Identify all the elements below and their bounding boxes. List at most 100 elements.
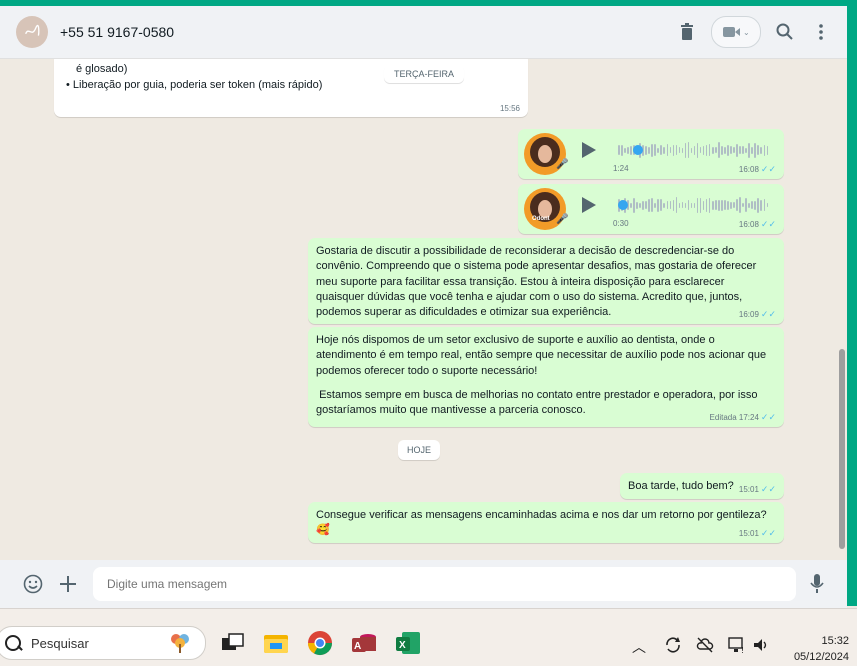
waveform-bar [624,147,626,153]
waveform-bar [739,197,741,213]
waveform-bar [678,202,681,208]
svg-text:X: X [399,640,406,651]
waveform-bar [669,201,672,209]
waveform-bar [654,144,656,156]
read-check-icon: ✓✓ [760,412,776,422]
message-outgoing[interactable]: Hoje nós dispomos de um setor exclusivo … [308,327,784,427]
waveform-bar [754,142,756,158]
chat-panel[interactable]: é glosado) • Liberação por guia, poderia… [0,59,847,560]
waveform-bar [657,147,659,153]
waveform-bar [711,200,714,210]
play-button[interactable] [582,142,596,158]
sync-icon[interactable] [664,636,682,657]
chat-scrollbar[interactable] [839,59,845,560]
message-incoming[interactable]: é glosado) • Liberação por guia, poderia… [54,59,528,117]
message-outgoing[interactable]: Boa tarde, tudo bem? 15:01 ✓✓ [620,473,784,499]
playback-progress[interactable] [633,145,643,155]
waveform-bar [699,147,702,153]
search-icon [5,635,21,651]
waveform-bar [651,143,653,157]
video-call-button[interactable]: ⌄ [711,16,761,48]
waveform-bar [675,197,678,213]
waveform-bar [705,198,708,212]
waveform-bar [730,201,732,209]
waveform-bar [727,200,729,210]
message-time: 15:56 [499,104,520,113]
waveform-bar [666,144,669,156]
waveform-bar [648,146,650,154]
avatar-label: Odont [532,216,550,222]
waveform-bar [718,199,720,211]
mic-icon: 🎤 [556,214,569,225]
message-line: • Liberação por guia, poderia ser token … [66,79,323,91]
waveform-bar [696,142,699,158]
contact-avatar[interactable] [16,16,48,48]
waveform-bar [748,202,750,208]
file-explorer-icon[interactable] [262,629,290,657]
volume-icon[interactable] [752,636,770,657]
microphone-icon[interactable] [805,572,829,596]
playback-progress[interactable] [618,200,628,210]
cloud-offline-icon[interactable] [696,636,714,657]
waveform-bar [678,147,681,153]
audio-duration: 0:30 [613,219,629,228]
message-time: 16:09 [738,310,759,319]
date-chip: TERÇA-FEIRA [384,65,465,83]
mic-icon: 🎤 [556,159,569,170]
contact-name[interactable]: +55 51 9167-0580 [60,24,174,40]
chevron-up-icon[interactable]: ︿ [632,637,646,657]
chrome-icon[interactable] [306,629,334,657]
waveform-bar [702,200,705,210]
waveform-bar [630,145,632,155]
waveform-bar [690,202,693,208]
waveform-bar [648,198,650,212]
excel-icon[interactable]: X [394,629,422,657]
waveform-bar [684,202,687,208]
attach-plus-icon[interactable] [56,572,80,596]
waveform-bar [724,200,726,210]
clock-time: 15:32 [821,635,849,647]
task-view-icon[interactable] [219,629,247,657]
waveform-bar [742,146,744,154]
emoji-icon[interactable] [21,572,45,596]
scrollbar-thumb[interactable] [839,349,845,549]
svg-text:A: A [354,641,361,652]
message-outgoing[interactable]: Consegue verificar as mensagens encaminh… [308,502,784,543]
waveform-bar [730,146,732,154]
monitor-alert-icon[interactable]: ! [728,636,746,657]
audio-duration: 1:24 [613,164,629,173]
voice-message[interactable]: 🎤 1:24 16:08 ✓✓ [518,129,784,179]
play-button[interactable] [582,197,596,213]
waveform-bar [733,147,735,153]
message-time: 15:01 [738,485,759,494]
waveform-bar [708,144,711,156]
read-check-icon: ✓✓ [760,309,776,319]
taskbar-search[interactable]: Pesquisar [0,626,206,660]
message-time: 15:01 [738,529,759,538]
waveform[interactable] [618,196,769,214]
waveform-bar [693,145,696,155]
system-clock[interactable]: 15:32 05/12/2024 [794,633,849,665]
access-icon[interactable]: A [350,629,378,657]
waveform-bar [739,146,741,154]
waveform-bar [757,145,759,155]
message-outgoing[interactable]: Gostaria de discutir a possibilidade de … [308,238,784,324]
message-text: Boa tarde, tudo bem? [628,480,734,492]
waveform-bar [693,202,696,208]
waveform-bar [724,146,726,154]
menu-kebab-icon[interactable] [809,20,833,44]
emoji-smiling-hearts: 🥰 [316,524,330,536]
message-input[interactable] [93,567,796,601]
voice-message[interactable]: Odont 🎤 0:30 16:08 ✓✓ [518,184,784,234]
date-chip-today: HOJE [398,440,441,460]
search-icon[interactable] [773,20,797,44]
waveform-bar [718,142,720,158]
tree-highlight-icon [171,634,189,653]
message-time: 16:08 [738,165,759,174]
message-line: é glosado) [76,63,128,75]
waveform-bar [675,145,678,155]
trash-icon[interactable] [675,20,699,44]
waveform-bar [672,199,675,211]
chat-header: +55 51 9167-0580 ⌄ [0,6,847,59]
waveform-bar [660,199,662,211]
